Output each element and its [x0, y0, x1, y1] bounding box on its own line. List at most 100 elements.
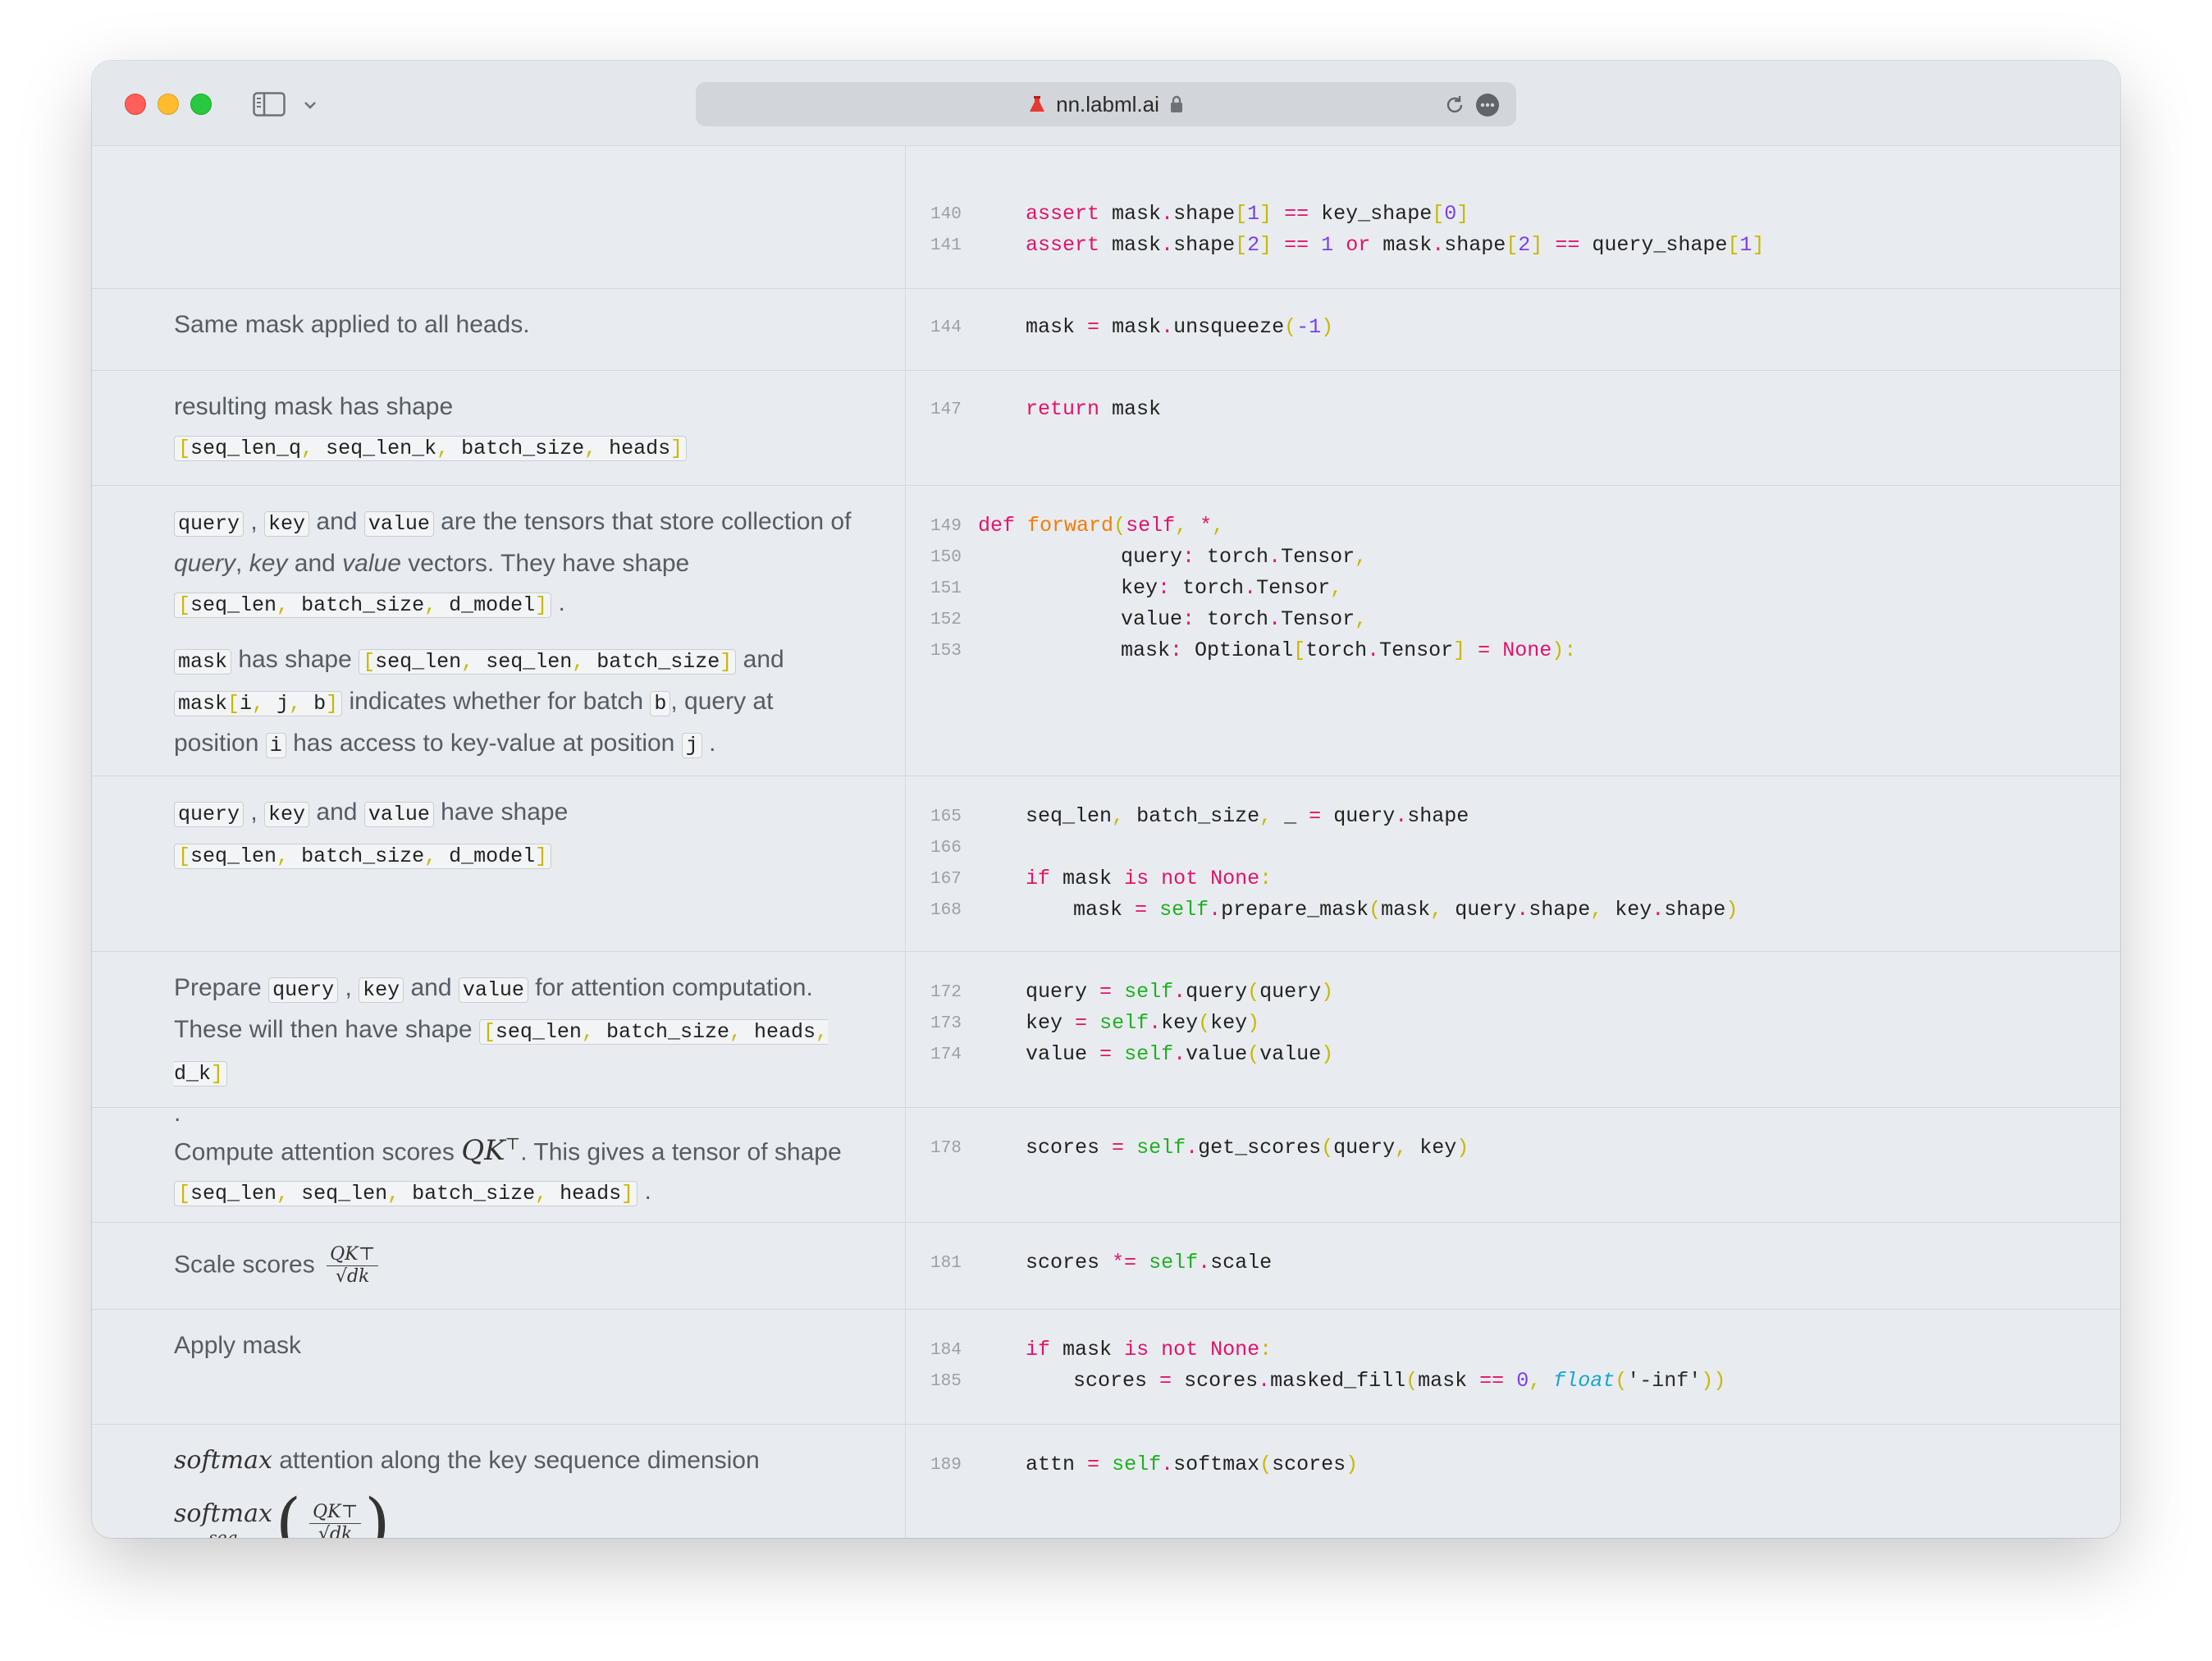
line-number: 184 — [930, 1341, 962, 1360]
doc-paragraph: softmax attention along the key sequence… — [174, 1446, 760, 1475]
page-content: 140 assert mask.shape[1] == key_shape[0]… — [92, 146, 2120, 1538]
url-text: nn.labml.ai — [1056, 91, 1159, 117]
code-line: def forward(self, *, — [978, 514, 1225, 538]
doc-paragraph: resulting mask has shape [seq_len_q, seq… — [174, 387, 880, 469]
line-number: 151 — [930, 579, 962, 598]
inline-code: mask — [174, 649, 232, 675]
doc-paragraph: mask has shape [seq_len, seq_len, batch_… — [174, 646, 784, 758]
line-number: 185 — [930, 1372, 962, 1391]
inline-code: value — [363, 511, 434, 537]
line-number: 172 — [930, 983, 962, 1002]
doc-text: Compute attention scores QK⊤. This gives… — [92, 1108, 906, 1222]
code-line: query = self.query(query) — [1026, 980, 1334, 1004]
code-line: if mask is not None: — [1026, 1338, 1273, 1361]
math-softmax: softmax — [174, 1499, 272, 1528]
line-number: 178 — [930, 1139, 962, 1158]
code-line: value: torch.Tensor, — [1121, 607, 1368, 631]
line-number: 152 — [930, 611, 962, 629]
math-softmax: softmax — [174, 1446, 272, 1475]
doc-section: query , key and value have shape [seq_le… — [92, 776, 2120, 952]
close-button[interactable] — [125, 94, 146, 115]
inline-code: query — [268, 977, 339, 1003]
code-line: mask = mask.unsqueeze(-1) — [1026, 315, 1334, 339]
doc-text: Prepare query , key and value for attent… — [92, 952, 906, 1127]
code-line: key = self.key(key) — [1026, 1011, 1260, 1035]
line-number: 167 — [930, 870, 962, 889]
math-subscript: seq — [208, 1527, 238, 1538]
inline-code: [seq_len, batch_size, d_model] — [174, 593, 552, 618]
doc-text: resulting mask has shape [seq_len_q, seq… — [92, 371, 906, 485]
reload-icon[interactable] — [1444, 94, 1465, 116]
code-line: mask: Optional[torch.Tensor] = None): — [1121, 638, 1577, 662]
doc-section: Compute attention scores QK⊤. This gives… — [92, 1108, 2120, 1223]
doc-text: softmax attention along the key sequence… — [92, 1425, 906, 1538]
code-line: seq_len, batch_size, _ = query.shape — [1026, 804, 1469, 828]
sidebar-toggle-icon[interactable] — [253, 92, 286, 117]
doc-paragraph: Same mask applied to all heads. — [174, 311, 530, 338]
inline-code: b — [650, 691, 671, 716]
inline-code: value — [458, 977, 528, 1003]
doc-section: softmax attention along the key sequence… — [92, 1425, 2120, 1538]
inline-code: query — [174, 511, 245, 537]
code-line: key: torch.Tensor, — [1121, 576, 1343, 600]
minimize-button[interactable] — [158, 94, 179, 115]
inline-code: mask[i, j, b] — [174, 691, 343, 716]
line-number: 147 — [930, 400, 962, 419]
browser-window: nn.labml.ai 140 assert mask.shape[1] == … — [92, 61, 2120, 1538]
inline-code: key — [359, 977, 404, 1003]
code-line: scores = self.get_scores(query, key) — [1026, 1136, 1469, 1160]
line-number: 153 — [930, 642, 962, 661]
doc-text: Scale scores QK⊤ √dk — [92, 1223, 906, 1309]
code-line: assert mask.shape[1] == key_shape[0] — [1026, 202, 1469, 226]
address-bar[interactable]: nn.labml.ai — [696, 82, 1516, 126]
lock-icon — [1170, 95, 1182, 112]
doc-paragraph: query , key and value have shape [seq_le… — [174, 793, 880, 876]
line-number: 150 — [930, 548, 962, 567]
doc-paragraph: Scale scores QK⊤ √dk — [174, 1244, 880, 1288]
doc-paragraph: query , key and value are the tensors th… — [174, 508, 852, 618]
inline-code: [seq_len, batch_size, d_model] — [174, 844, 552, 869]
left-paren: ( — [275, 1485, 302, 1539]
line-number: 173 — [930, 1014, 962, 1033]
inline-code: i — [265, 733, 286, 758]
labml-favicon-icon — [1030, 96, 1045, 112]
more-options-icon[interactable] — [1475, 93, 1500, 117]
code-line: scores = scores.masked_fill(mask == 0, f… — [1073, 1369, 1726, 1393]
math-fraction: QK⊤ √dk — [327, 1244, 379, 1288]
code-line: attn = self.softmax(scores) — [1026, 1453, 1359, 1476]
softmax-formula: softmax seq ( QK⊤ √dk ) — [174, 1485, 880, 1539]
code-line: if mask is not None: — [1026, 867, 1273, 890]
right-paren: ) — [364, 1485, 391, 1539]
math-fraction: QK⊤ √dk — [309, 1502, 362, 1538]
inline-code: j — [681, 733, 702, 758]
inline-code: [seq_len, seq_len, batch_size] — [359, 649, 737, 675]
inline-code: query — [174, 802, 245, 827]
code-line: assert mask.shape[2] == 1 or mask.shape[… — [1026, 233, 1765, 257]
line-number: 181 — [930, 1254, 962, 1273]
doc-paragraph: Apply mask — [174, 1332, 302, 1359]
inline-code: [seq_len_q, seq_len_k, batch_size, heads… — [174, 436, 688, 461]
line-number: 165 — [930, 808, 962, 826]
inline-code: [seq_len, seq_len, batch_size, heads] — [174, 1181, 638, 1207]
inline-code: value — [363, 802, 434, 827]
line-number: 168 — [930, 901, 962, 920]
code-line: mask = self.prepare_mask(mask, query.sha… — [1073, 898, 1739, 922]
math-qk: QK⊤ — [461, 1134, 521, 1168]
chevron-down-icon[interactable] — [302, 97, 318, 113]
doc-text: Apply mask — [92, 1310, 906, 1424]
code-line: scores *= self.scale — [1026, 1251, 1273, 1274]
doc-section: resulting mask has shape [seq_len_q, seq… — [92, 371, 2120, 486]
code-line: value = self.value(value) — [1026, 1042, 1334, 1066]
title-bar: nn.labml.ai — [92, 61, 2120, 146]
doc-text: query , key and value are the tensors th… — [92, 486, 906, 776]
line-number: 189 — [930, 1456, 962, 1475]
zoom-button[interactable] — [190, 94, 212, 115]
inline-code: key — [264, 802, 310, 827]
inline-code: key — [264, 511, 310, 537]
doc-section: Apply mask — [92, 1310, 2120, 1425]
code-line: return mask — [1026, 397, 1162, 421]
line-number: 141 — [930, 236, 962, 255]
line-number: 166 — [930, 839, 962, 858]
doc-text — [92, 146, 906, 288]
line-number: 174 — [930, 1046, 962, 1064]
